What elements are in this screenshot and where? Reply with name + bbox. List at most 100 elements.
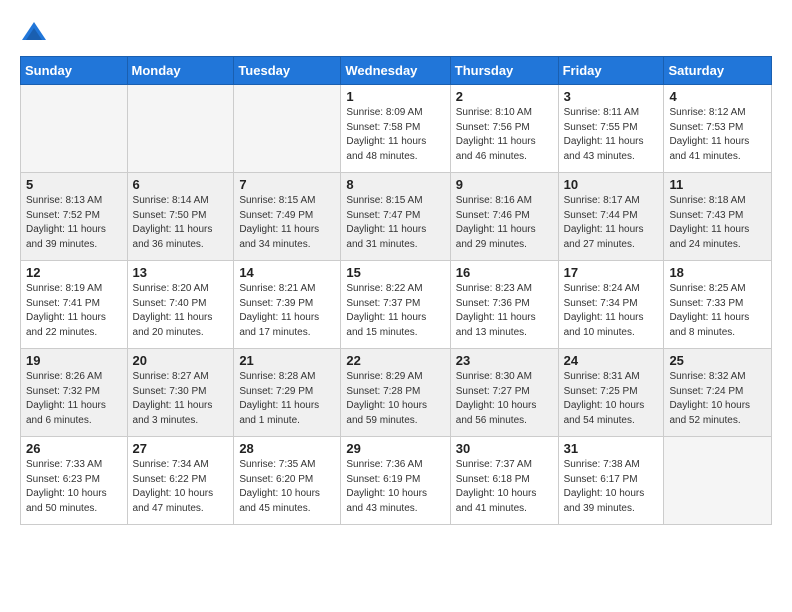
day-number: 28 — [239, 441, 335, 456]
calendar-cell: 7 Sunrise: 8:15 AMSunset: 7:49 PMDaylight… — [234, 173, 341, 261]
day-info: Sunrise: 8:30 AMSunset: 7:27 PMDaylight:… — [456, 370, 553, 428]
day-info: Sunrise: 7:37 AMSunset: 6:18 PMDaylight:… — [456, 458, 553, 516]
calendar-cell: 26 Sunrise: 7:33 AMSunset: 6:23 PMDayligh… — [21, 437, 128, 525]
header — [20, 18, 772, 46]
calendar-cell: 8 Sunrise: 8:15 AMSunset: 7:47 PMDaylight… — [341, 173, 450, 261]
calendar-cell: 31Sunrise: 7:38 AMSunset: 6:17 PMDayligh… — [558, 437, 664, 525]
calendar-week-row: 26 Sunrise: 7:33 AMSunset: 6:23 PMDayligh… — [21, 437, 772, 525]
day-number: 25 — [669, 353, 766, 368]
calendar-cell: 12 Sunrise: 8:19 AMSunset: 7:41 PMDayligh… — [21, 261, 128, 349]
day-number: 22 — [346, 353, 444, 368]
day-info: Sunrise: 8:29 AMSunset: 7:28 PMDaylight:… — [346, 370, 444, 428]
weekday-header-thursday: Thursday — [450, 57, 558, 85]
day-number: 4 — [669, 89, 766, 104]
day-info: Sunrise: 8:12 AMSunset: 7:53 PMDaylight:… — [669, 106, 766, 164]
day-info: Sunrise: 8:31 AMSunset: 7:25 PMDaylight:… — [564, 370, 659, 428]
day-info: Sunrise: 8:13 AMSunset: 7:52 PMDaylight:… — [26, 194, 122, 252]
day-number: 12 — [26, 265, 122, 280]
calendar-cell: 29Sunrise: 7:36 AMSunset: 6:19 PMDayligh… — [341, 437, 450, 525]
weekday-header-saturday: Saturday — [664, 57, 772, 85]
day-number: 27 — [133, 441, 229, 456]
calendar-cell: 25 Sunrise: 8:32 AMSunset: 7:24 PMDayligh… — [664, 349, 772, 437]
calendar-cell: 28 Sunrise: 7:35 AMSunset: 6:20 PMDayligh… — [234, 437, 341, 525]
weekday-header-row: SundayMondayTuesdayWednesdayThursdayFrid… — [21, 57, 772, 85]
calendar-table: SundayMondayTuesdayWednesdayThursdayFrid… — [20, 56, 772, 525]
day-info: Sunrise: 8:18 AMSunset: 7:43 PMDaylight:… — [669, 194, 766, 252]
calendar-cell — [664, 437, 772, 525]
calendar-cell: 27 Sunrise: 7:34 AMSunset: 6:22 PMDayligh… — [127, 437, 234, 525]
weekday-header-sunday: Sunday — [21, 57, 128, 85]
day-number: 9 — [456, 177, 553, 192]
day-info: Sunrise: 8:10 AMSunset: 7:56 PMDaylight:… — [456, 106, 553, 164]
day-number: 31 — [564, 441, 659, 456]
day-info: Sunrise: 7:34 AMSunset: 6:22 PMDaylight:… — [133, 458, 229, 516]
day-info: Sunrise: 8:15 AMSunset: 7:47 PMDaylight:… — [346, 194, 444, 252]
day-number: 17 — [564, 265, 659, 280]
day-number: 18 — [669, 265, 766, 280]
day-info: Sunrise: 7:33 AMSunset: 6:23 PMDaylight:… — [26, 458, 122, 516]
day-info: Sunrise: 8:27 AMSunset: 7:30 PMDaylight:… — [133, 370, 229, 428]
calendar-cell: 15 Sunrise: 8:22 AMSunset: 7:37 PMDayligh… — [341, 261, 450, 349]
day-info: Sunrise: 8:11 AMSunset: 7:55 PMDaylight:… — [564, 106, 659, 164]
day-info: Sunrise: 8:15 AMSunset: 7:49 PMDaylight:… — [239, 194, 335, 252]
day-info: Sunrise: 8:32 AMSunset: 7:24 PMDaylight:… — [669, 370, 766, 428]
weekday-header-monday: Monday — [127, 57, 234, 85]
day-number: 10 — [564, 177, 659, 192]
day-info: Sunrise: 8:28 AMSunset: 7:29 PMDaylight:… — [239, 370, 335, 428]
calendar-cell: 6Sunrise: 8:14 AMSunset: 7:50 PMDaylight… — [127, 173, 234, 261]
day-number: 5 — [26, 177, 122, 192]
calendar-cell — [234, 85, 341, 173]
calendar-cell: 2 Sunrise: 8:10 AMSunset: 7:56 PMDaylight… — [450, 85, 558, 173]
calendar-cell: 16Sunrise: 8:23 AMSunset: 7:36 PMDayligh… — [450, 261, 558, 349]
day-info: Sunrise: 8:26 AMSunset: 7:32 PMDaylight:… — [26, 370, 122, 428]
day-info: Sunrise: 8:21 AMSunset: 7:39 PMDaylight:… — [239, 282, 335, 340]
day-number: 8 — [346, 177, 444, 192]
day-number: 20 — [133, 353, 229, 368]
day-number: 7 — [239, 177, 335, 192]
calendar-cell: 4 Sunrise: 8:12 AMSunset: 7:53 PMDaylight… — [664, 85, 772, 173]
calendar-cell: 3 Sunrise: 8:11 AMSunset: 7:55 PMDaylight… — [558, 85, 664, 173]
calendar-week-row: 12 Sunrise: 8:19 AMSunset: 7:41 PMDayligh… — [21, 261, 772, 349]
day-number: 14 — [239, 265, 335, 280]
day-info: Sunrise: 8:22 AMSunset: 7:37 PMDaylight:… — [346, 282, 444, 340]
day-info: Sunrise: 8:14 AMSunset: 7:50 PMDaylight:… — [133, 194, 229, 252]
weekday-header-wednesday: Wednesday — [341, 57, 450, 85]
day-number: 15 — [346, 265, 444, 280]
calendar-cell: 22 Sunrise: 8:29 AMSunset: 7:28 PMDayligh… — [341, 349, 450, 437]
calendar-cell: 23Sunrise: 8:30 AMSunset: 7:27 PMDayligh… — [450, 349, 558, 437]
day-number: 24 — [564, 353, 659, 368]
calendar-cell: 11 Sunrise: 8:18 AMSunset: 7:43 PMDayligh… — [664, 173, 772, 261]
day-number: 3 — [564, 89, 659, 104]
day-number: 30 — [456, 441, 553, 456]
calendar-cell: 5 Sunrise: 8:13 AMSunset: 7:52 PMDaylight… — [21, 173, 128, 261]
day-number: 21 — [239, 353, 335, 368]
day-number: 11 — [669, 177, 766, 192]
day-info: Sunrise: 8:19 AMSunset: 7:41 PMDaylight:… — [26, 282, 122, 340]
day-info: Sunrise: 8:20 AMSunset: 7:40 PMDaylight:… — [133, 282, 229, 340]
day-number: 29 — [346, 441, 444, 456]
day-info: Sunrise: 8:24 AMSunset: 7:34 PMDaylight:… — [564, 282, 659, 340]
calendar-cell: 19 Sunrise: 8:26 AMSunset: 7:32 PMDayligh… — [21, 349, 128, 437]
day-number: 19 — [26, 353, 122, 368]
day-number: 13 — [133, 265, 229, 280]
day-info: Sunrise: 8:16 AMSunset: 7:46 PMDaylight:… — [456, 194, 553, 252]
calendar-cell: 24 Sunrise: 8:31 AMSunset: 7:25 PMDayligh… — [558, 349, 664, 437]
calendar-cell: 20 Sunrise: 8:27 AMSunset: 7:30 PMDayligh… — [127, 349, 234, 437]
weekday-header-friday: Friday — [558, 57, 664, 85]
logo — [20, 18, 52, 46]
calendar-cell: 13 Sunrise: 8:20 AMSunset: 7:40 PMDayligh… — [127, 261, 234, 349]
page: SundayMondayTuesdayWednesdayThursdayFrid… — [0, 0, 792, 612]
calendar-cell: 14 Sunrise: 8:21 AMSunset: 7:39 PMDayligh… — [234, 261, 341, 349]
day-number: 16 — [456, 265, 553, 280]
day-info: Sunrise: 8:09 AMSunset: 7:58 PMDaylight:… — [346, 106, 444, 164]
calendar-week-row: 5 Sunrise: 8:13 AMSunset: 7:52 PMDaylight… — [21, 173, 772, 261]
calendar-cell: 21 Sunrise: 8:28 AMSunset: 7:29 PMDayligh… — [234, 349, 341, 437]
weekday-header-tuesday: Tuesday — [234, 57, 341, 85]
day-info: Sunrise: 7:35 AMSunset: 6:20 PMDaylight:… — [239, 458, 335, 516]
day-info: Sunrise: 8:17 AMSunset: 7:44 PMDaylight:… — [564, 194, 659, 252]
calendar-week-row: 1Sunrise: 8:09 AMSunset: 7:58 PMDaylight… — [21, 85, 772, 173]
day-number: 2 — [456, 89, 553, 104]
calendar-cell — [21, 85, 128, 173]
day-number: 26 — [26, 441, 122, 456]
day-info: Sunrise: 8:25 AMSunset: 7:33 PMDaylight:… — [669, 282, 766, 340]
